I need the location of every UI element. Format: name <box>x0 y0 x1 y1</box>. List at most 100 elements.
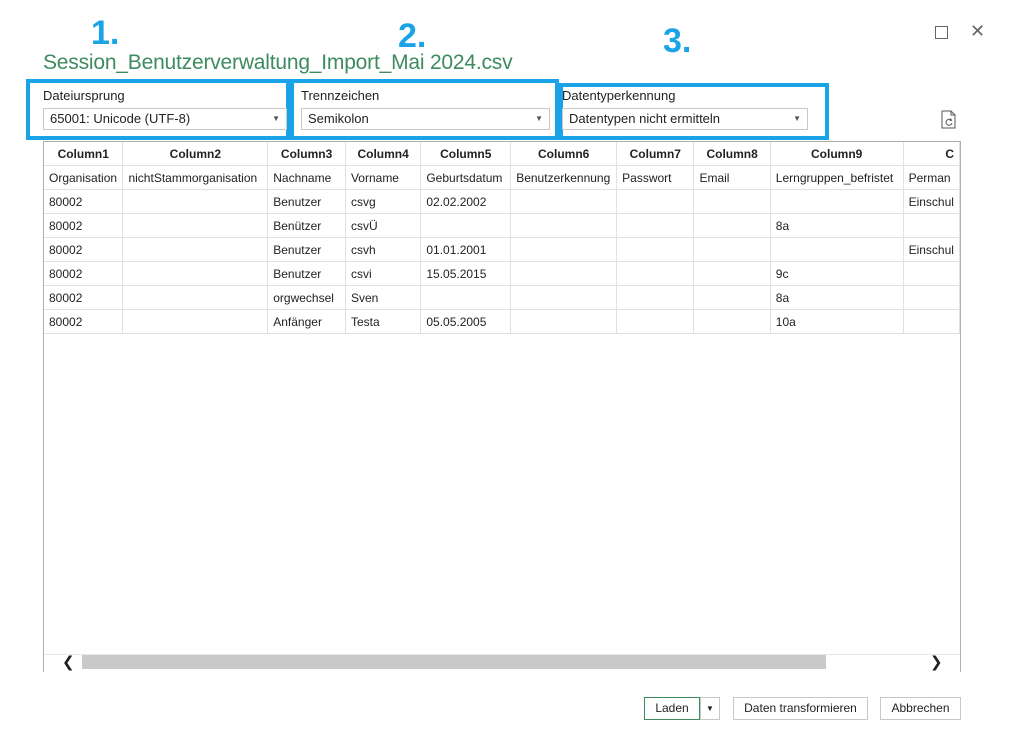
table-cell[interactable] <box>903 285 960 310</box>
column-header[interactable]: Column5 <box>420 142 512 166</box>
table-cell[interactable]: Nachname <box>267 165 346 190</box>
scrollbar-thumb[interactable] <box>82 655 826 669</box>
table-cell[interactable]: Organisation <box>44 165 124 190</box>
table-cell[interactable] <box>770 189 904 214</box>
table-cell[interactable] <box>510 213 618 238</box>
table-cell[interactable] <box>903 213 960 238</box>
table-cell[interactable]: Einschul <box>903 189 960 214</box>
column-header[interactable]: Column9 <box>770 142 904 166</box>
column-header[interactable]: Column8 <box>693 142 771 166</box>
table-cell[interactable] <box>420 213 512 238</box>
table-cell[interactable] <box>510 285 618 310</box>
file-origin-dropdown[interactable]: 65001: Unicode (UTF-8) ▼ <box>43 108 287 130</box>
maximize-icon[interactable] <box>935 26 948 39</box>
table-cell[interactable] <box>122 285 269 310</box>
document-refresh-icon[interactable] <box>940 110 958 130</box>
table-cell[interactable] <box>122 309 269 334</box>
scroll-right-icon[interactable]: ❯ <box>930 655 943 671</box>
table-cell[interactable]: 9c <box>770 261 904 286</box>
table-cell[interactable]: 8a <box>770 285 904 310</box>
column-header[interactable]: Column7 <box>616 142 695 166</box>
delimiter-value: Semikolon <box>308 111 369 126</box>
table-cell[interactable] <box>616 261 695 286</box>
load-menu-button[interactable]: ▼ <box>700 697 720 720</box>
table-cell[interactable]: Perman <box>903 165 960 190</box>
table-row: 80002 Anfänger Testa 05.05.2005 10a <box>44 309 960 334</box>
table-cell[interactable]: Einschul <box>903 237 960 262</box>
table-cell[interactable] <box>693 189 771 214</box>
table-cell[interactable]: Benutzer <box>267 237 346 262</box>
table-cell[interactable] <box>122 189 269 214</box>
table-cell[interactable] <box>122 261 269 286</box>
table-cell[interactable] <box>420 285 512 310</box>
table-cell[interactable] <box>510 261 618 286</box>
table-cell[interactable] <box>616 213 695 238</box>
table-cell[interactable]: 80002 <box>44 213 124 238</box>
table-cell[interactable] <box>693 309 771 334</box>
step-3-annotation: 3. <box>663 22 692 60</box>
load-button[interactable]: Laden <box>644 697 700 720</box>
table-cell[interactable]: Benutzer <box>267 189 346 214</box>
table-row: 80002 Benutzer csvh 01.01.2001 Einschul <box>44 237 960 262</box>
column-header[interactable]: Column4 <box>345 142 422 166</box>
transform-data-button[interactable]: Daten transformieren <box>733 697 868 720</box>
scroll-left-icon[interactable]: ❮ <box>62 655 75 671</box>
column-header[interactable]: Column1 <box>44 142 124 166</box>
table-cell[interactable]: Lerngruppen_befristet <box>770 165 904 190</box>
table-cell[interactable]: 80002 <box>44 309 124 334</box>
column-header[interactable]: Column3 <box>267 142 346 166</box>
column-header[interactable]: Column6 <box>510 142 618 166</box>
table-cell[interactable] <box>510 189 618 214</box>
table-cell[interactable]: 15.05.2015 <box>420 261 512 286</box>
table-cell[interactable]: csvÜ <box>345 213 422 238</box>
table-cell[interactable]: nichtStammorganisation <box>122 165 269 190</box>
preview-table-container: Column1 Column2 Column3 Column4 Column5 … <box>43 141 961 672</box>
table-cell[interactable] <box>903 309 960 334</box>
column-header[interactable]: Column2 <box>122 142 269 166</box>
table-cell[interactable]: csvi <box>345 261 422 286</box>
table-cell[interactable]: csvg <box>345 189 422 214</box>
table-cell[interactable]: 01.01.2001 <box>420 237 512 262</box>
table-cell[interactable]: Geburtsdatum <box>420 165 512 190</box>
table-cell[interactable] <box>903 261 960 286</box>
table-cell[interactable] <box>693 261 771 286</box>
delimiter-dropdown[interactable]: Semikolon ▼ <box>301 108 550 130</box>
table-cell[interactable] <box>510 309 618 334</box>
column-header[interactable]: C <box>903 142 960 166</box>
table-cell[interactable]: 80002 <box>44 285 124 310</box>
step-2-annotation: 2. <box>398 17 427 55</box>
table-cell[interactable]: 80002 <box>44 261 124 286</box>
table-cell[interactable]: Passwort <box>616 165 695 190</box>
table-cell[interactable]: Benutzerkennung <box>510 165 618 190</box>
table-cell[interactable] <box>616 237 695 262</box>
table-cell[interactable]: Benützer <box>267 213 346 238</box>
table-cell[interactable]: 05.05.2005 <box>420 309 512 334</box>
table-cell[interactable] <box>510 237 618 262</box>
datatype-dropdown[interactable]: Datentypen nicht ermitteln ▼ <box>562 108 808 130</box>
table-cell[interactable]: csvh <box>345 237 422 262</box>
table-cell[interactable]: 10a <box>770 309 904 334</box>
table-cell[interactable]: Benutzer <box>267 261 346 286</box>
table-cell[interactable]: Sven <box>345 285 422 310</box>
table-cell[interactable]: Anfänger <box>267 309 346 334</box>
table-cell[interactable]: 02.02.2002 <box>420 189 512 214</box>
table-cell[interactable] <box>616 309 695 334</box>
table-cell[interactable]: Vorname <box>345 165 422 190</box>
close-icon[interactable]: ✕ <box>970 22 985 40</box>
table-cell[interactable] <box>616 189 695 214</box>
table-cell[interactable] <box>616 285 695 310</box>
cancel-button[interactable]: Abbrechen <box>880 697 961 720</box>
step-1-annotation: 1. <box>91 14 120 52</box>
table-cell[interactable]: 8a <box>770 213 904 238</box>
table-cell[interactable] <box>693 285 771 310</box>
table-cell[interactable]: Email <box>693 165 771 190</box>
table-cell[interactable] <box>693 213 771 238</box>
table-cell[interactable] <box>122 237 269 262</box>
table-cell[interactable]: Testa <box>345 309 422 334</box>
table-cell[interactable] <box>122 213 269 238</box>
table-cell[interactable]: 80002 <box>44 189 124 214</box>
table-cell[interactable] <box>693 237 771 262</box>
table-cell[interactable]: orgwechsel <box>267 285 346 310</box>
table-cell[interactable]: 80002 <box>44 237 124 262</box>
table-cell[interactable] <box>770 237 904 262</box>
